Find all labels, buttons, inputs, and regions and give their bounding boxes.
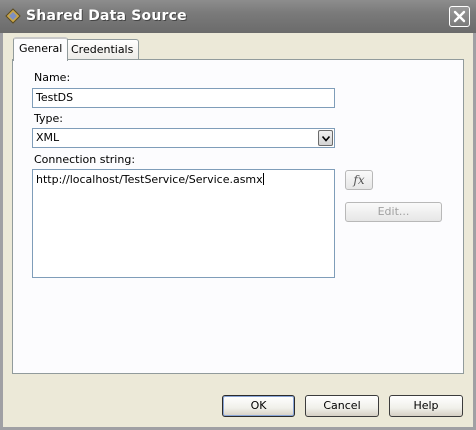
cancel-button-label: Cancel [323,399,361,412]
expression-button[interactable]: fx [345,170,373,190]
text-caret [262,173,264,185]
chevron-down-icon [322,136,330,142]
ok-button-label: OK [250,399,267,412]
type-dropdown-button[interactable] [318,130,333,146]
cancel-button[interactable]: Cancel [305,395,379,417]
tab-general[interactable]: General [13,37,69,61]
ok-button[interactable]: OK [222,395,295,417]
data-source-icon [5,8,21,24]
type-select[interactable]: XML [32,128,335,148]
name-label: Name: [34,71,71,84]
window-title: Shared Data Source [26,8,187,24]
help-button[interactable]: Help [389,395,463,417]
connection-string-textarea[interactable]: http://localhost/TestService/Service.asm… [32,169,335,278]
close-button[interactable] [449,6,470,27]
tab-credentials[interactable]: Credentials [65,39,140,60]
connection-string-label: Connection string: [34,153,136,166]
title-bar[interactable]: Shared Data Source [0,0,476,33]
help-button-label: Help [413,399,439,412]
tab-credentials-label: Credentials [71,43,134,56]
edit-button-label: Edit... [377,205,410,218]
close-icon [453,10,466,23]
edit-button[interactable]: Edit... [345,202,442,222]
type-value: XML [36,131,60,144]
type-label: Type: [34,112,63,125]
dialog-client: General Credentials Name: TestDS Type: X… [3,33,473,427]
connection-string-value: http://localhost/TestService/Service.asm… [36,173,263,186]
general-panel: Name: TestDS Type: XML Connection string… [12,59,464,374]
fx-icon: fx [353,173,365,187]
name-field[interactable]: TestDS [32,88,335,108]
tab-general-label: General [19,42,63,55]
dialog-window: Shared Data Source General Credentials N… [0,0,476,430]
name-value: TestDS [36,91,74,104]
